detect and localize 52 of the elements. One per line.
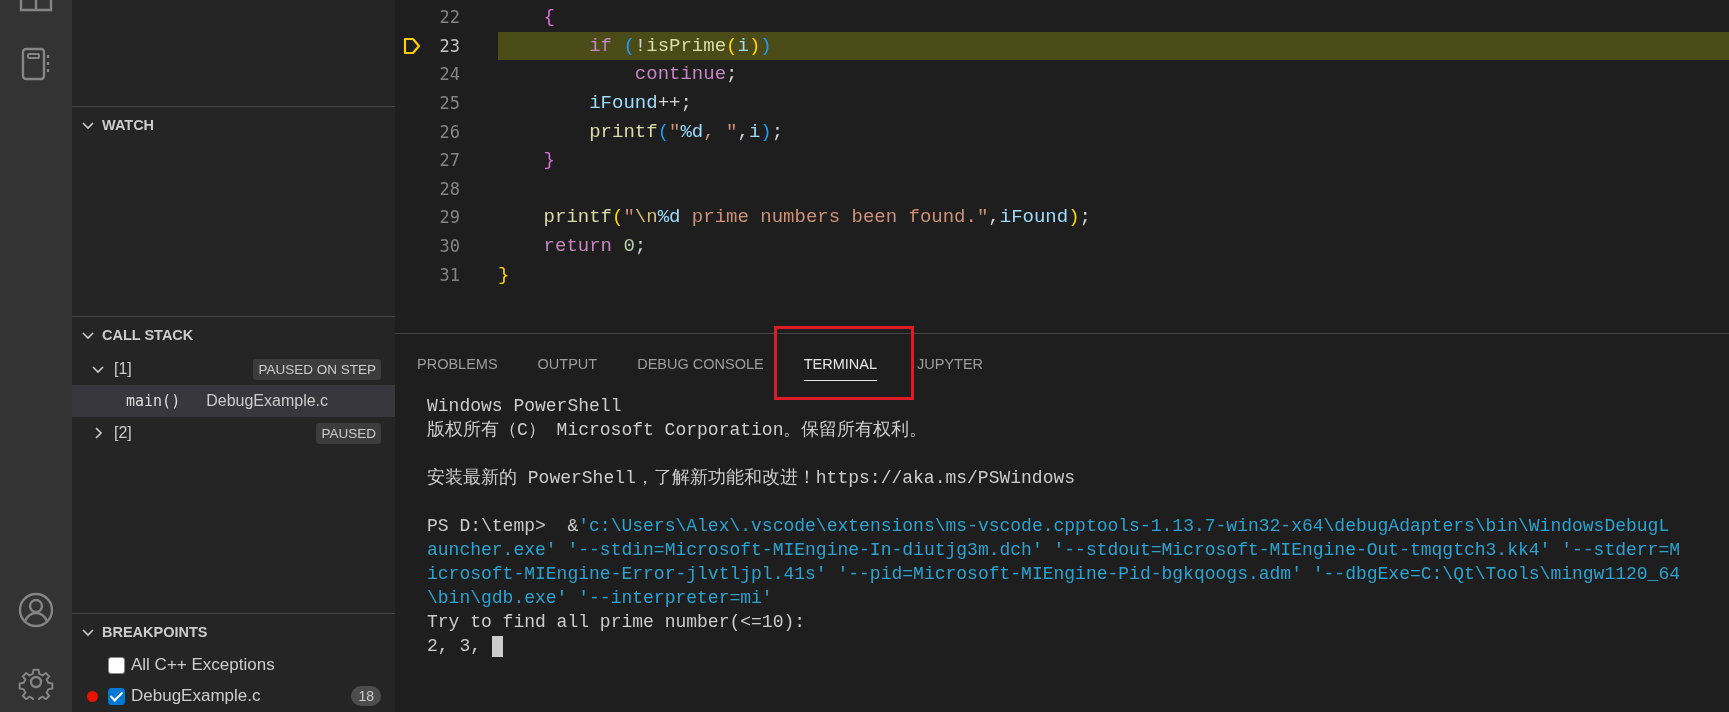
status-badge: PAUSED ON STEP [253,358,381,380]
breakpoints-section-header[interactable]: BREAKPOINTS [72,614,395,650]
code-line: return 0; [542,235,647,258]
line-number: 26 [438,121,460,142]
panel-tab[interactable]: JUPYTER [917,347,984,381]
line-number: 28 [438,178,460,199]
line-count-badge: 18 [351,686,381,707]
section-title: BREAKPOINTS [102,624,208,640]
terminal-line: 2, 3, [427,636,481,656]
line-number: 22 [438,7,460,28]
code-line: iFound++; [588,92,692,115]
code-line: printf("%d, ",i); [588,120,784,143]
breakpoint-label: All C++ Exceptions [131,655,276,676]
terminal-line: 安装最新的 PowerShell，了解新功能和改进！https://aka.ms/PSWindows [427,468,1076,488]
code-line: { [542,6,555,29]
code-line: printf("\n%d prime numbers been found.",iFound); [542,206,1091,229]
terminal-line: \bin\gdb.exe' '--interpreter=mi' [427,588,773,608]
terminal-line: 版权所有（C） Microsoft Corporation。保留所有权利。 [427,420,928,440]
stack-frame-row[interactable]: main() DebugExample.c [72,385,395,418]
account-icon[interactable] [18,592,54,628]
section-title: WATCH [102,116,155,133]
line-number: 29 [438,207,460,228]
section-title: CALL STACK [102,327,194,344]
watch-section-header[interactable]: WATCH [72,106,395,143]
thread-label[interactable]: [2] [114,424,309,443]
terminal-line: PS D:\temp> &'c:\Users\Alex\.vscode\extensions\ms-vscode.cpptools-1.13.7-win32-x64\debugAdapters\bin\WindowsDebugL [427,516,1670,536]
terminal-line: auncher.exe' '--stdin=Microsoft-MIEngine-In-diutjg3m.dch' '--stdout=Microsoft-MIEngine-Out-tmqgtch3.kk4' '--stderr=M [427,540,1680,560]
code-line: continue; [633,63,738,86]
status-badge: PAUSED [316,422,381,444]
code-line: if (!isPrime(i)) [588,34,772,57]
line-number: 31 [438,264,460,285]
breakpoint-label: DebugExample.c [131,686,262,707]
call-stack-section-header[interactable]: CALL STACK [72,317,395,354]
code-line: } [498,263,510,286]
panel-tab[interactable]: TERMINAL [803,347,878,381]
terminal-line: icrosoft-MIEngine-Error-jlvtljpl.41s' '--pid=Microsoft-MIEngine-Pid-bgkqoogs.adm' '--dbgExe=C:\Qt\Tools\mingw1120_64 [427,564,1680,584]
terminal-line: Windows PowerShell [427,396,622,416]
panel-tab[interactable]: OUTPUT [537,347,598,381]
checkbox[interactable] [108,688,125,705]
line-number: 30 [438,236,460,257]
checkbox[interactable] [108,657,125,674]
line-number: 24 [438,64,460,85]
line-number: 23 [438,35,460,56]
line-number: 27 [438,150,460,171]
thread-label[interactable]: [1] [114,360,246,379]
current-line-arrow-icon [402,35,422,56]
panel-tab[interactable]: DEBUG CONSOLE [637,347,764,381]
code-line: } [542,149,555,172]
panel-icon[interactable] [18,0,54,12]
line-number: 25 [438,93,460,114]
terminal-line: Try to find all prime number(<=10): [427,612,806,632]
panel-tab[interactable]: PROBLEMS [417,347,498,381]
